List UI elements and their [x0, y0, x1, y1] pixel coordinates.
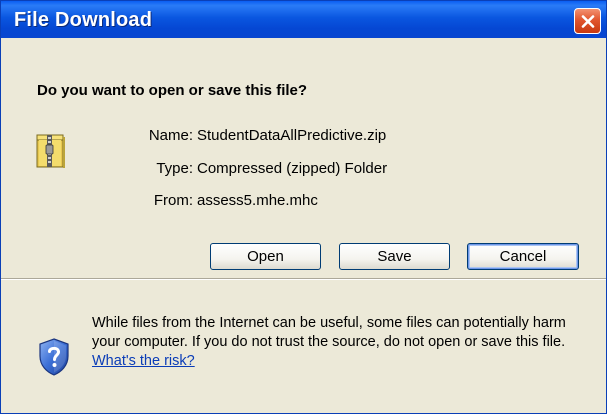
cancel-button[interactable]: Cancel — [467, 243, 579, 270]
file-download-dialog: File Download Do you want to open or sav… — [0, 0, 607, 414]
from-row: From: assess5.mhe.mhc — [101, 192, 501, 212]
warning-text: While files from the Internet can be use… — [92, 315, 566, 350]
name-label: Name: — [148, 127, 193, 144]
type-row: Type: Compressed (zipped) Folder — [101, 160, 501, 180]
shield-question-icon — [37, 337, 71, 382]
type-label: Type: — [156, 160, 193, 177]
whats-the-risk-link[interactable]: What's the risk? — [92, 353, 195, 369]
save-button[interactable]: Save — [339, 243, 450, 270]
name-row: Name: StudentDataAllPredictive.zip — [101, 127, 501, 147]
close-icon — [581, 15, 595, 28]
dialog-question: Do you want to open or save this file? — [37, 82, 308, 99]
from-value: assess5.mhe.mhc — [197, 192, 318, 209]
security-warning: While files from the Internet can be use… — [92, 314, 597, 371]
name-value: StudentDataAllPredictive.zip — [197, 127, 387, 144]
type-value: Compressed (zipped) Folder — [197, 160, 388, 177]
window-title: File Download — [14, 9, 153, 31]
zip-folder-icon — [34, 131, 68, 176]
separator-highlight — [1, 279, 606, 280]
title-bar[interactable]: File Download — [1, 1, 606, 38]
from-label: From: — [153, 192, 193, 209]
close-button[interactable] — [574, 8, 601, 34]
open-button[interactable]: Open — [210, 243, 321, 270]
